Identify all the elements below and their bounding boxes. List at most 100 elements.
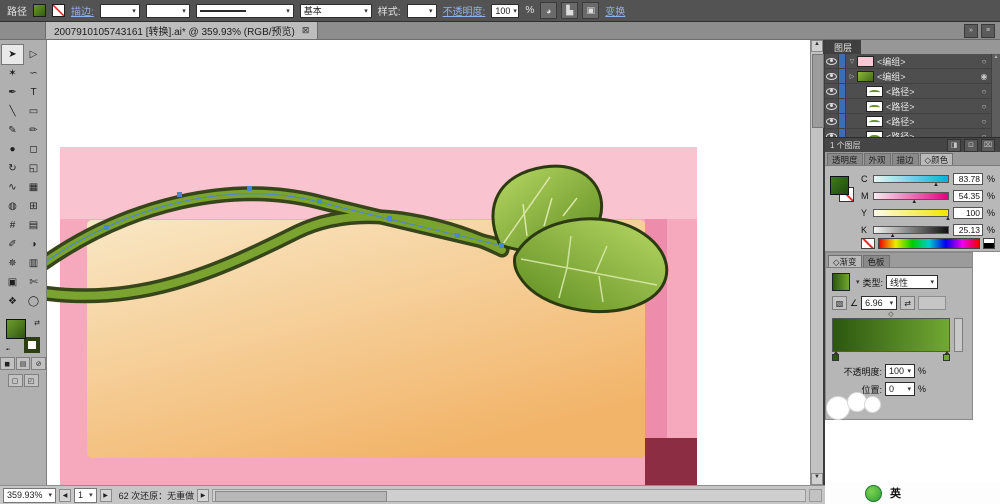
new-layer-icon[interactable]: ⊡ [964, 139, 978, 152]
channel-value-field[interactable]: 25.13 [953, 224, 983, 236]
target-circle-icon[interactable]: ○ [977, 57, 991, 66]
stroke-swatch[interactable] [24, 337, 40, 353]
arrange-icon[interactable]: ▣ [582, 2, 599, 19]
visibility-eye-icon[interactable] [825, 54, 839, 68]
direct-selection-tool[interactable]: ▷ [23, 45, 44, 64]
slice-tool[interactable]: ✄ [23, 273, 44, 292]
document-tab[interactable]: 2007910105743161 [转换].ai* @ 359.93% (RGB… [45, 21, 318, 39]
recolor-artwork-icon[interactable]: ◕ [540, 2, 557, 19]
gradient-annotator-icon[interactable]: ▧ [832, 296, 847, 310]
target-circle-icon[interactable]: ○ [977, 132, 991, 138]
status-expand-icon[interactable]: ▶ [197, 489, 209, 502]
horizontal-scroll-thumb[interactable] [215, 491, 387, 502]
shape-builder-tool[interactable]: ◍ [2, 197, 23, 216]
stroke-weight-combo[interactable]: ▾ [100, 4, 140, 18]
draw-normal-mode-icon[interactable]: ▢ [8, 374, 23, 387]
artboard-tool[interactable]: ▣ [2, 273, 23, 292]
default-fill-stroke-icon[interactable]: ▪▫ [6, 347, 10, 353]
vertical-scrollbar[interactable]: ▲ ▼ [810, 40, 823, 485]
delete-layer-icon[interactable]: ⌧ [981, 139, 995, 152]
vertical-scroll-thumb[interactable] [812, 54, 824, 128]
gradient-side-slider[interactable] [954, 318, 963, 352]
style-combo[interactable]: ▾ [407, 4, 437, 18]
ime-language-indicator[interactable]: 英 [890, 485, 901, 501]
gradient-position-field[interactable]: 0▾ [885, 382, 915, 396]
stroke-color-swatch[interactable] [52, 4, 65, 17]
transform-link[interactable]: 变换 [605, 3, 625, 18]
color-fill-stroke-widget[interactable] [830, 176, 856, 206]
channel-value-field[interactable]: 83.78 [953, 173, 983, 185]
color-spectrum-bar[interactable] [878, 238, 980, 249]
stroke-link[interactable]: 描边: [71, 3, 94, 18]
chevron-down-icon[interactable]: ▾ [856, 278, 860, 286]
target-circle-icon[interactable]: ○ [977, 87, 991, 96]
eraser-tool[interactable]: ◻ [23, 140, 44, 159]
layer-thumbnail[interactable] [866, 131, 883, 138]
scroll-down-icon[interactable]: ▼ [811, 473, 823, 485]
gradient-midpoint-icon[interactable]: ◇ [888, 310, 893, 318]
brush-combo[interactable]: 基本▾ [300, 4, 372, 18]
layer-name[interactable]: <路径> [886, 100, 977, 113]
layer-thumbnail[interactable] [857, 56, 874, 67]
tab-layers[interactable]: 图层 [825, 40, 861, 54]
eyedropper-tool[interactable]: ✐ [2, 235, 23, 254]
gradient-opacity-field[interactable]: 100▾ [885, 364, 915, 378]
canvas[interactable] [47, 40, 810, 485]
layer-thumbnail[interactable] [857, 71, 874, 82]
rectangle-tool[interactable]: ▭ [23, 102, 44, 121]
fill-stroke-widget[interactable]: ⇄ ▪▫ [6, 319, 40, 353]
visibility-eye-icon[interactable] [825, 69, 839, 83]
width-profile-combo[interactable]: ▾ [146, 4, 190, 18]
type-tool[interactable]: T [23, 83, 44, 102]
paintbrush-tool[interactable]: ✎ [2, 121, 23, 140]
channel-slider[interactable]: ▲ [873, 226, 949, 234]
layer-name[interactable]: <编组> [877, 55, 977, 68]
gradient-swatch[interactable] [832, 273, 850, 291]
make-mask-icon[interactable]: ◨ [947, 139, 961, 152]
gradient-slider[interactable]: ◇ [832, 318, 950, 352]
perspective-grid-tool[interactable]: ⊞ [23, 197, 44, 216]
align-panel-icon[interactable]: ▙ [561, 2, 578, 19]
layer-row[interactable]: <路径> ○ [825, 99, 991, 114]
panel-menu-icon[interactable]: ≡ [981, 24, 995, 38]
opacity-field[interactable]: 100▾ [491, 4, 519, 18]
gradient-stop-right[interactable] [943, 354, 950, 361]
layer-row[interactable]: ▽ <编组> ○ [825, 54, 991, 69]
free-transform-tool[interactable]: ▦ [23, 178, 44, 197]
fill-swatch[interactable] [830, 176, 849, 195]
expand-triangle-icon[interactable]: ▽ [847, 58, 857, 65]
collapse-panels-icon[interactable]: » [964, 24, 978, 38]
swap-fill-stroke-icon[interactable]: ⇄ [34, 319, 40, 327]
opacity-link[interactable]: 不透明度: [443, 3, 486, 18]
target-circle-icon[interactable]: ◉ [977, 72, 991, 81]
line-segment-tool[interactable]: ╲ [2, 102, 23, 121]
none-mode-icon[interactable]: ⊘ [31, 357, 46, 370]
previous-artboard-icon[interactable]: ◀ [59, 489, 71, 502]
channel-slider[interactable]: ▲ [873, 209, 949, 217]
channel-value-field[interactable]: 54.35 [953, 190, 983, 202]
input-method-icon[interactable] [865, 485, 882, 502]
none-color-swatch[interactable] [861, 238, 875, 249]
layer-thumbnail[interactable] [866, 86, 883, 97]
next-artboard-icon[interactable]: ▶ [100, 489, 112, 502]
rotate-tool[interactable]: ↻ [2, 159, 23, 178]
close-tab-icon[interactable]: ⊠ [302, 25, 310, 36]
visibility-eye-icon[interactable] [825, 114, 839, 128]
tab-appearance[interactable]: 外观 [864, 153, 891, 165]
width-tool[interactable]: ∿ [2, 178, 23, 197]
scroll-up-icon[interactable]: ▲ [811, 40, 823, 52]
gradient-mode-icon[interactable]: ▤ [16, 357, 31, 370]
fill-swatch[interactable] [6, 319, 26, 339]
channel-slider[interactable]: ▲ [873, 175, 949, 183]
stroke-style-combo[interactable]: ▾ [196, 4, 294, 18]
layer-name[interactable]: <路径> [886, 130, 977, 138]
visibility-eye-icon[interactable] [825, 99, 839, 113]
layer-name[interactable]: <编组> [877, 70, 977, 83]
layer-name[interactable]: <路径> [886, 115, 977, 128]
zoom-field[interactable]: 359.93%▾ [3, 488, 56, 503]
gradient-stop-left[interactable] [832, 354, 839, 361]
zoom-tool[interactable]: ◯ [23, 292, 44, 311]
visibility-eye-icon[interactable] [825, 84, 839, 98]
pencil-tool[interactable]: ✏ [23, 121, 44, 140]
expand-triangle-icon[interactable]: ▷ [847, 73, 857, 80]
